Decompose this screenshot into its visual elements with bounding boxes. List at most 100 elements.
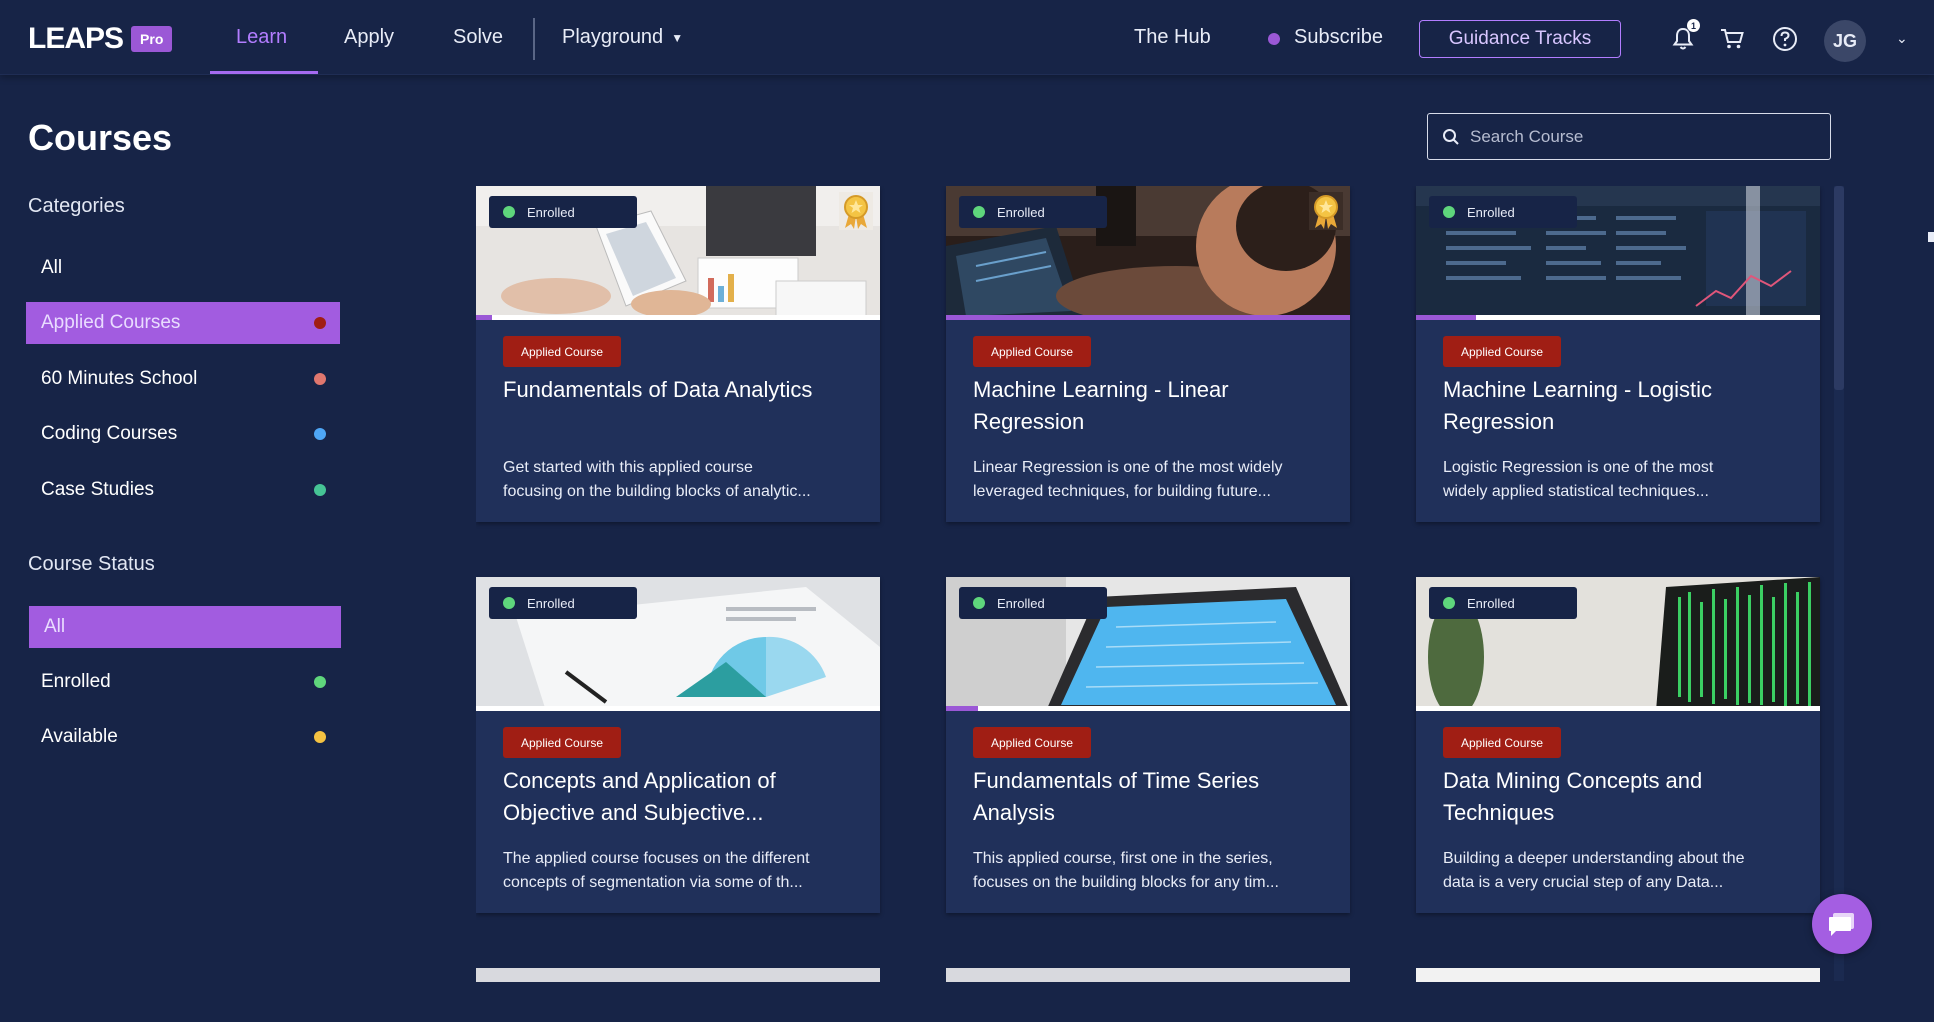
- course-type-tag: Applied Course: [1443, 336, 1562, 367]
- course-card-partial[interactable]: [476, 968, 880, 982]
- course-card-partial[interactable]: [1416, 968, 1820, 982]
- nav-learn[interactable]: Learn: [236, 26, 287, 49]
- enrolled-label: Enrolled: [997, 595, 1045, 611]
- course-description-line: Linear Regression is one of the most wid…: [973, 459, 1283, 476]
- course-title[interactable]: Concepts and Application of Objective an…: [503, 765, 863, 829]
- enrolled-badge: Enrolled: [489, 587, 637, 619]
- category-all[interactable]: All: [26, 247, 340, 289]
- nav-the-hub[interactable]: The Hub: [1134, 26, 1211, 49]
- course-progress-bar: [946, 315, 1350, 320]
- course-status-heading: Course Status: [28, 553, 155, 575]
- course-type-tag: Applied Course: [973, 727, 1092, 758]
- course-card[interactable]: Enrolled Applied Course Fundamentals of …: [946, 577, 1350, 913]
- user-avatar[interactable]: JG: [1824, 20, 1866, 62]
- enrolled-dot: [1443, 206, 1455, 218]
- course-progress-bar: [476, 315, 880, 320]
- course-type-tag: Applied Course: [503, 727, 622, 758]
- notifications-button[interactable]: 1: [1668, 19, 1700, 54]
- cart-button[interactable]: [1717, 24, 1747, 54]
- search-box[interactable]: [1427, 113, 1831, 160]
- course-title-line: Machine Learning - Linear: [973, 377, 1229, 402]
- course-description-line: Logistic Regression is one of the most: [1443, 459, 1714, 476]
- enrolled-dot: [1443, 597, 1455, 609]
- course-type-tag: Applied Course: [503, 336, 622, 367]
- category-label: All: [41, 257, 63, 278]
- course-title-line: Analysis: [973, 800, 1055, 825]
- search-input[interactable]: [1470, 126, 1810, 147]
- nav-playground[interactable]: Playground ▼: [562, 26, 683, 49]
- course-progress-bar: [476, 706, 880, 711]
- course-progress-bar: [946, 706, 1350, 711]
- course-title-line: Data Mining Concepts and: [1443, 768, 1703, 793]
- chat-button[interactable]: [1812, 894, 1872, 954]
- enrolled-badge: Enrolled: [489, 196, 637, 228]
- course-description-line: Get started with this applied course: [503, 459, 753, 476]
- course-description-line: leveraged techniques, for building futur…: [973, 483, 1271, 500]
- course-grid-scrollbar[interactable]: [1834, 186, 1844, 981]
- category-applied-courses[interactable]: Applied Courses: [26, 302, 340, 344]
- nav-subscribe[interactable]: Subscribe: [1294, 26, 1383, 49]
- enrolled-dot: [973, 206, 985, 218]
- chevron-down-icon[interactable]: ⌄: [1896, 30, 1908, 47]
- category-case-studies[interactable]: Case Studies: [26, 469, 340, 511]
- award-icon: [839, 192, 873, 230]
- category-color-dot: [314, 373, 326, 385]
- course-title[interactable]: Fundamentals of Time Series Analysis: [973, 765, 1333, 829]
- enrolled-badge: Enrolled: [1429, 196, 1577, 228]
- course-title[interactable]: Machine Learning - Linear Regression: [973, 374, 1333, 438]
- course-title[interactable]: Fundamentals of Data Analytics: [503, 374, 863, 406]
- course-description: Building a deeper understanding about th…: [1443, 847, 1803, 895]
- course-progress-fill: [946, 706, 978, 711]
- course-progress-fill: [1416, 315, 1476, 320]
- category-label: Case Studies: [41, 479, 155, 500]
- cart-icon: [1721, 29, 1744, 49]
- leaps-logo[interactable]: LEAPS Pro: [28, 22, 173, 56]
- course-description-line: Building a deeper understanding about th…: [1443, 850, 1745, 867]
- page-title: Courses: [28, 117, 173, 158]
- course-title-line: Regression: [973, 409, 1085, 434]
- course-card[interactable]: Enrolled Applied Course Fundamentals of …: [476, 186, 880, 522]
- subscribe-dot: [1268, 33, 1280, 45]
- course-title[interactable]: Data Mining Concepts and Techniques: [1443, 765, 1803, 829]
- category-label: 60 Minutes School: [41, 368, 198, 389]
- pro-badge: Pro: [131, 26, 173, 52]
- scrollbar-thumb[interactable]: [1834, 186, 1844, 390]
- status-enrolled[interactable]: Enrolled: [26, 661, 340, 703]
- status-all[interactable]: All: [29, 606, 341, 648]
- status-available[interactable]: Available: [26, 716, 340, 758]
- brand-name: LEAPS: [28, 22, 124, 55]
- nav-apply[interactable]: Apply: [344, 26, 394, 49]
- course-title[interactable]: Machine Learning - Logistic Regression: [1443, 374, 1803, 438]
- chat-icon: [1829, 913, 1854, 936]
- enrolled-label: Enrolled: [1467, 595, 1515, 611]
- page-edge-marker: [1928, 232, 1934, 242]
- guidance-tracks-button[interactable]: Guidance Tracks: [1419, 20, 1621, 58]
- enrolled-dot: [973, 597, 985, 609]
- status-label: All: [44, 616, 66, 637]
- course-description-line: data is a very crucial step of any Data.…: [1443, 874, 1724, 891]
- help-icon: [1773, 27, 1797, 51]
- search-icon: [1443, 128, 1459, 145]
- course-description: This applied course, first one in the se…: [973, 847, 1333, 895]
- course-description-line: concepts of segmentation via some of th.…: [503, 874, 803, 891]
- category-coding-courses[interactable]: Coding Courses: [26, 413, 340, 455]
- enrolled-dot: [503, 206, 515, 218]
- course-description-line: focuses on the building blocks for any t…: [973, 874, 1279, 891]
- nav-solve[interactable]: Solve: [453, 26, 503, 49]
- course-card-partial[interactable]: [946, 968, 1350, 982]
- course-card[interactable]: Enrolled Applied Course Machine Learning…: [1416, 186, 1820, 522]
- chevron-down-icon: ▼: [671, 30, 684, 45]
- course-card[interactable]: Enrolled Applied Course Concepts and App…: [476, 577, 880, 913]
- course-description: Get started with this applied course foc…: [503, 456, 863, 504]
- course-description: Logistic Regression is one of the most w…: [1443, 456, 1803, 504]
- course-card[interactable]: Enrolled Applied Course Machine Learning…: [946, 186, 1350, 522]
- course-title-line: Concepts and Application of: [503, 768, 776, 793]
- course-title-line: Fundamentals of Time Series: [973, 768, 1260, 793]
- category-60-minutes-school[interactable]: 60 Minutes School: [26, 358, 340, 400]
- course-type-tag: Applied Course: [973, 336, 1092, 367]
- course-title-line: Techniques: [1443, 800, 1555, 825]
- categories-heading: Categories: [28, 195, 125, 217]
- help-button[interactable]: [1770, 24, 1800, 54]
- course-progress-fill: [476, 315, 492, 320]
- course-card[interactable]: Enrolled Applied Course Data Mining Conc…: [1416, 577, 1820, 913]
